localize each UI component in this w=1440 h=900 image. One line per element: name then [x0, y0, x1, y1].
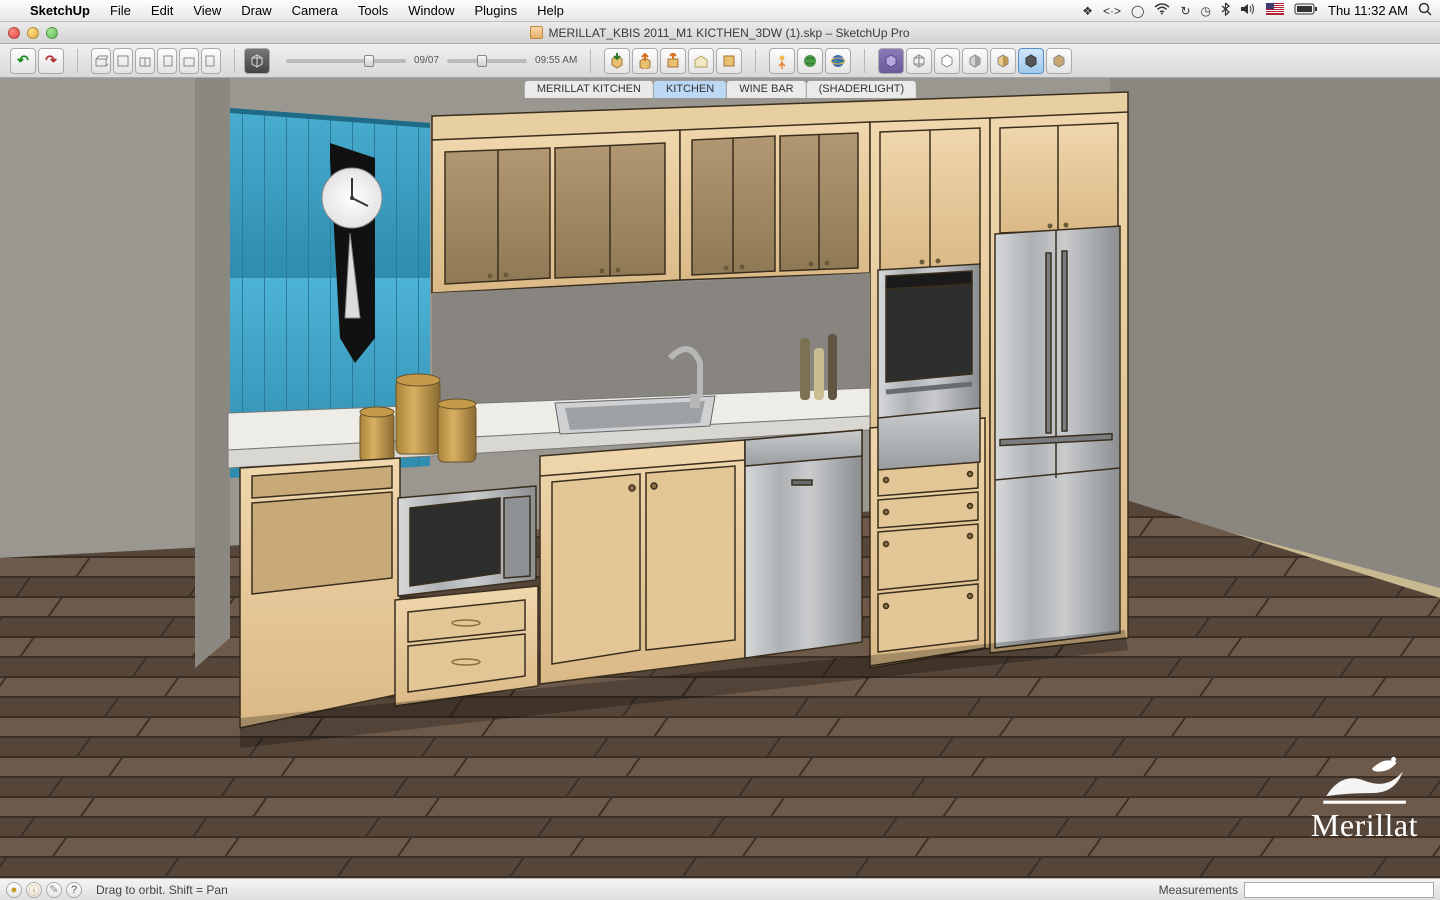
scene-tab-wine-bar[interactable]: WINE BAR — [726, 80, 806, 98]
shadow-slider-group: 09/07 09:55 AM — [276, 55, 581, 66]
sync-icon[interactable]: ◯ — [1131, 4, 1144, 18]
menu-draw[interactable]: Draw — [231, 3, 281, 18]
scene-tabs: MERILLAT KITCHEN KITCHEN WINE BAR (SHADE… — [524, 80, 916, 98]
xray-button[interactable] — [878, 48, 904, 74]
wireframe-button[interactable] — [906, 48, 932, 74]
minimize-window-button[interactable] — [27, 27, 39, 39]
view-iso-button[interactable] — [91, 48, 111, 74]
menu-edit[interactable]: Edit — [141, 3, 183, 18]
google-earth-button[interactable] — [825, 48, 851, 74]
shadow-time-label: 09:55 AM — [535, 55, 577, 66]
shadow-date-label: 09/07 — [414, 55, 439, 66]
code-icon[interactable]: <·> — [1103, 4, 1121, 18]
shaded-button[interactable] — [962, 48, 988, 74]
window-title: MERILLAT_KBIS 2011_M1 KICTHEN_3DW (1).sk… — [548, 26, 909, 40]
menubar-clock[interactable]: Thu 11:32 AM — [1328, 3, 1408, 18]
status-hint: Drag to orbit. Shift = Pan — [96, 883, 228, 897]
status-bar: ● ⓘ ✎ ? Drag to orbit. Shift = Pan Measu… — [0, 878, 1440, 900]
view-front-button[interactable] — [135, 48, 155, 74]
measurements-input[interactable] — [1244, 882, 1434, 898]
menu-window[interactable]: Window — [398, 3, 464, 18]
document-icon — [530, 26, 543, 39]
volume-icon[interactable] — [1240, 3, 1256, 18]
mac-menubar: SketchUp File Edit View Draw Camera Tool… — [0, 0, 1440, 22]
view-back-button[interactable] — [179, 48, 199, 74]
dropbox-icon[interactable]: ❖ — [1082, 4, 1093, 18]
flag-icon[interactable] — [1266, 3, 1284, 18]
get-models-button[interactable] — [604, 48, 630, 74]
shadow-date-slider[interactable] — [286, 59, 406, 63]
model-viewport[interactable]: Merillat — [0, 78, 1440, 878]
share-model-button[interactable] — [632, 48, 658, 74]
menu-tools[interactable]: Tools — [348, 3, 398, 18]
get-photo-textures-button[interactable] — [769, 48, 795, 74]
shaded-textures-button[interactable] — [990, 48, 1016, 74]
shadow-time-slider[interactable] — [447, 59, 527, 63]
refresh-icon[interactable]: ↻ — [1180, 4, 1190, 18]
app-name[interactable]: SketchUp — [20, 3, 100, 18]
menubar-left: SketchUp File Edit View Draw Camera Tool… — [8, 3, 574, 18]
window-titlebar: MERILLAT_KBIS 2011_M1 KICTHEN_3DW (1).sk… — [0, 22, 1440, 44]
claim-status-icon[interactable]: ✎ — [46, 882, 62, 898]
menu-camera[interactable]: Camera — [282, 3, 348, 18]
menubar-right: ❖ <·> ◯ ↻ ◷ Thu 11:32 AM — [1082, 2, 1432, 19]
hidden-line-button[interactable] — [934, 48, 960, 74]
menu-plugins[interactable]: Plugins — [464, 3, 527, 18]
time-machine-icon[interactable]: ◷ — [1201, 4, 1211, 18]
undo-button[interactable] — [10, 48, 36, 74]
redo-button[interactable] — [38, 48, 64, 74]
menu-view[interactable]: View — [183, 3, 231, 18]
traffic-lights — [8, 27, 58, 39]
styles-button[interactable] — [1046, 48, 1072, 74]
wifi-icon[interactable] — [1154, 3, 1170, 18]
battery-icon[interactable] — [1294, 3, 1318, 18]
share-component-button[interactable] — [660, 48, 686, 74]
scene-tab-shaderlight[interactable]: (SHADERLIGHT) — [806, 80, 918, 98]
scene-tab-merillat-kitchen[interactable]: MERILLAT KITCHEN — [524, 80, 654, 98]
view-top-button[interactable] — [113, 48, 133, 74]
view-right-button[interactable] — [157, 48, 177, 74]
warehouse-button[interactable] — [688, 48, 714, 74]
bluetooth-icon[interactable] — [1221, 2, 1230, 19]
menu-file[interactable]: File — [100, 3, 141, 18]
geolocation-status-icon[interactable]: ● — [6, 882, 22, 898]
zoom-window-button[interactable] — [46, 27, 58, 39]
menu-help[interactable]: Help — [527, 3, 574, 18]
help-status-icon[interactable]: ? — [66, 882, 82, 898]
spotlight-icon[interactable] — [1418, 2, 1432, 19]
view-left-button[interactable] — [201, 48, 221, 74]
monochrome-button[interactable] — [1018, 48, 1044, 74]
preview-in-earth-button[interactable] — [797, 48, 823, 74]
measurements-label: Measurements — [1159, 883, 1238, 897]
extension-button[interactable] — [716, 48, 742, 74]
close-window-button[interactable] — [8, 27, 20, 39]
credits-status-icon[interactable]: ⓘ — [26, 882, 42, 898]
shadow-toggle-button[interactable] — [244, 48, 270, 74]
scene-tab-kitchen[interactable]: KITCHEN — [653, 80, 727, 98]
main-toolbar: 09/07 09:55 AM — [0, 44, 1440, 78]
